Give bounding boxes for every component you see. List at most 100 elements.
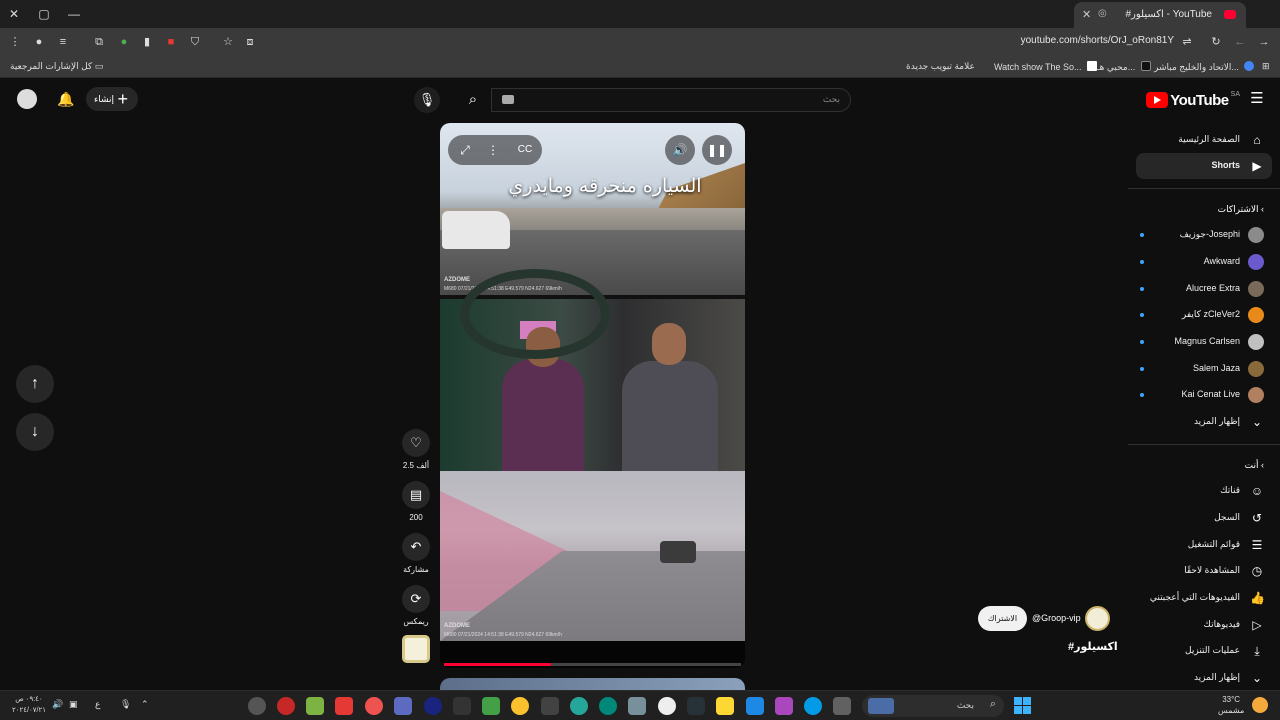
tray-overflow-icon[interactable]: ⌃ [141, 699, 149, 710]
language-indicator[interactable]: ع [95, 699, 100, 710]
app-teal2-icon[interactable] [599, 697, 617, 715]
sidebar-item-your-videos[interactable]: ▷ فيديوهاتك [1136, 612, 1272, 638]
sidebar-item-liked-videos[interactable]: 👍 الفيديوهات التي أعجبتني [1136, 585, 1272, 611]
kick-icon[interactable] [482, 697, 500, 715]
fullscreen-icon[interactable]: ⤢ [452, 135, 478, 165]
sound-channel-thumbnail[interactable] [402, 635, 430, 663]
app-red-icon[interactable] [277, 697, 295, 715]
bookmark-all[interactable]: كل الإشارات المرجعية ▭ [10, 61, 103, 72]
task-view-icon[interactable] [833, 697, 851, 715]
bookmark-tiktok[interactable]: محبي هـ... [1097, 61, 1151, 73]
profile-icon[interactable]: ● [30, 33, 48, 51]
forward-icon[interactable]: ← [1231, 33, 1249, 51]
back-icon[interactable]: → [1255, 33, 1273, 51]
hamburger-menu-icon[interactable]: ☰ [1248, 90, 1266, 108]
reload-icon[interactable]: ↻ [1207, 33, 1225, 51]
sidebar-item-show-more[interactable]: ⌄ إظهار المزيد [1136, 665, 1272, 691]
audio-playing-icon[interactable]: ◎ [1098, 8, 1107, 19]
obs-icon[interactable] [658, 697, 676, 715]
file-explorer-icon[interactable] [716, 697, 734, 715]
sidebar-item-shorts[interactable]: ▶ Shorts [1136, 153, 1272, 179]
url-field[interactable]: youtube.com/shorts/OrJ_oRon81Y [1021, 35, 1174, 46]
copilot-icon[interactable] [775, 697, 793, 715]
subscription-item[interactable]: Awkward [1136, 249, 1272, 275]
browser-tab-youtube[interactable]: ✕ ◎ #اكسيلور - YouTube [1074, 2, 1246, 28]
bookmark-new-tab[interactable]: علامة تبويب جديدة [906, 61, 975, 72]
shorts-video-player[interactable]: AZDOME M680 07/21/2024 14:51:38 E49.579 … [440, 123, 745, 668]
app-teal-icon[interactable] [570, 697, 588, 715]
edge-icon[interactable] [804, 697, 822, 715]
clock[interactable]: ٠٩:٤٠ ص ٢٠٢٤/٠٧/٢١ [12, 694, 46, 716]
keyboard-icon[interactable] [502, 95, 514, 104]
mouse-extension-icon[interactable]: ▮ [138, 33, 156, 51]
bookmark-star-icon[interactable]: ☆ [219, 33, 237, 51]
channel-avatar[interactable] [1085, 606, 1110, 631]
like-button[interactable]: ♡ 2.5 ألف [401, 429, 431, 470]
share-button[interactable]: ↶ مشاركة [401, 533, 431, 574]
site-settings-icon[interactable]: ⇌ [1178, 33, 1196, 51]
install-app-icon[interactable]: ⧈ [241, 33, 259, 51]
subscription-item[interactable]: كايفر zCleVer2 [1136, 302, 1272, 328]
comments-button[interactable]: ▤ 200 [401, 481, 431, 522]
sidebar-item-home[interactable]: ⌂ الصفحة الرئيسية [1136, 127, 1272, 153]
account-avatar[interactable] [17, 89, 37, 109]
video-hashtag-title[interactable]: #اكسيلور [1068, 640, 1118, 653]
subscribe-button[interactable]: الاشتراك [978, 606, 1027, 631]
outlook-icon[interactable] [746, 697, 764, 715]
close-tab-icon[interactable]: ✕ [1082, 8, 1091, 21]
reading-list-icon[interactable]: ≡ [54, 33, 72, 51]
app-dark-blue-icon[interactable] [424, 697, 442, 715]
red-extension-icon[interactable]: ■ [162, 33, 180, 51]
voice-search-icon[interactable]: 🎙 [414, 87, 440, 113]
you-heading[interactable]: أنت ‹ [1245, 460, 1264, 471]
subscription-item[interactable]: جوزيف-Josephi [1136, 222, 1272, 248]
chrome-icon[interactable] [511, 697, 529, 715]
mic-tray-icon[interactable]: 🎙 [120, 699, 131, 710]
teams-icon[interactable] [394, 697, 412, 715]
sidebar-item-downloads[interactable]: ⤓ عمليات التنزيل [1136, 638, 1272, 664]
maximize-window-icon[interactable]: ▢ [34, 4, 54, 24]
close-window-icon[interactable]: ✕ [4, 4, 24, 24]
volume-icon[interactable]: 🔊 [665, 135, 695, 165]
sidebar-item-watch-later[interactable]: ◷ المشاهدة لاحقًا [1136, 558, 1272, 584]
pause-icon[interactable]: ❚❚ [702, 135, 732, 165]
remix-button[interactable]: ⟳ ريمكس [401, 585, 431, 626]
app-circle-red-icon[interactable] [365, 697, 383, 715]
sidebar-item-your-channel[interactable]: ☺ قناتك [1136, 478, 1272, 504]
sidebar-item-history[interactable]: ↺ السجل [1136, 505, 1272, 531]
app-bolt-icon[interactable] [453, 697, 471, 715]
subscriptions-heading[interactable]: الاشتراكات ‹ [1218, 204, 1264, 215]
show-more-subscriptions[interactable]: ⌄ إظهار المزيد [1136, 409, 1272, 435]
capcut-icon[interactable] [541, 697, 559, 715]
shield-extension-icon[interactable]: ⛉ [186, 33, 204, 51]
create-button[interactable]: + إنشاء [86, 87, 138, 111]
weather-widget[interactable]: 33°C مشمس [1218, 694, 1244, 716]
more-options-icon[interactable]: ⋮ [480, 135, 506, 165]
video-progress-bar[interactable] [444, 663, 741, 666]
app-green-icon[interactable] [306, 697, 324, 715]
bookmark-watch-show[interactable]: Watch show The So... [994, 61, 1098, 72]
wps-icon[interactable] [335, 697, 353, 715]
search-button[interactable]: ⌕ [455, 88, 491, 112]
notifications-bell-icon[interactable]: 🔔 [56, 88, 76, 110]
bookmark-google[interactable]: الاتحاد والخليج مباشر... [1154, 61, 1255, 73]
captions-icon[interactable]: CC [512, 135, 538, 165]
apps-grid-icon[interactable]: ⊞ [1262, 61, 1270, 72]
minimize-window-icon[interactable]: — [64, 4, 84, 24]
subscription-item[interactable]: Kai Cenat Live [1136, 382, 1272, 408]
previous-short-button[interactable]: ↑ [16, 365, 54, 403]
volume-tray-icon[interactable]: 🔊 [52, 699, 63, 710]
search-input[interactable] [520, 94, 840, 104]
channel-handle[interactable]: @Groop-vip [1032, 613, 1081, 623]
extensions-icon[interactable]: ⧉ [90, 33, 108, 51]
youtube-logo[interactable]: YouTube SA [1146, 90, 1240, 110]
app-grey-icon[interactable] [628, 697, 646, 715]
network-tray-icon[interactable]: ▣ [69, 699, 78, 710]
adblock-extension-icon[interactable]: ● [115, 33, 133, 51]
settings-app-icon[interactable] [248, 697, 266, 715]
subscription-item[interactable]: Magnus Carlsen [1136, 329, 1272, 355]
sidebar-item-playlists[interactable]: ☰ قوائم التشغيل [1136, 532, 1272, 558]
subscription-item[interactable]: Alucree Extra [1136, 276, 1272, 302]
windows-start-icon[interactable] [1014, 697, 1031, 714]
next-short-button[interactable]: ↓ [16, 413, 54, 451]
